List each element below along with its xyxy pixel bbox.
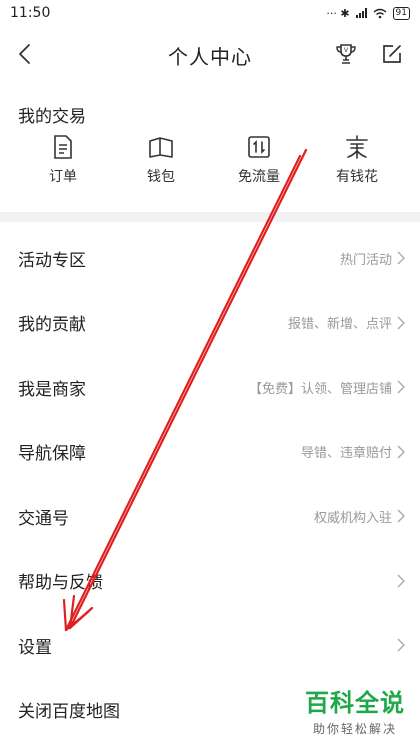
menu-item-help-feedback[interactable]: 帮助与反馈 — [0, 549, 420, 614]
watermark-logo: 百科全说 助你轻松解决 — [300, 683, 410, 737]
chevron-right-icon — [397, 251, 405, 265]
menu-item-right: 【免费】认领、管理店铺 — [249, 378, 406, 397]
menu-item-right: 权威机构入驻 — [314, 507, 406, 526]
chevron-right-icon — [397, 380, 405, 394]
menu-item-label: 设置 — [18, 637, 52, 658]
menu-item-desc: 导错、违章赔付 — [300, 446, 392, 462]
battery-icon: 91 — [392, 6, 410, 20]
document-icon — [50, 134, 76, 160]
wallet-icon — [148, 134, 174, 160]
data-free-icon — [246, 134, 272, 160]
menu-item-label: 帮助与反馈 — [18, 573, 103, 594]
menu-item-right — [396, 574, 406, 588]
menu-item-merchant[interactable]: 我是商家 【免费】认领、管理店铺 — [0, 355, 420, 420]
back-arrow-icon[interactable] — [14, 42, 38, 66]
trophy-icon[interactable]: V — [334, 42, 358, 66]
menu-item-right — [396, 638, 406, 652]
menu-item-label: 我的贡献 — [18, 315, 86, 336]
trade-item-orders[interactable]: 订单 — [23, 134, 103, 186]
menu-item-label: 关闭百度地图 — [18, 702, 120, 723]
trade-item-data-free[interactable]: 免流量 — [219, 134, 299, 186]
menu-item-settings[interactable]: 设置 — [0, 613, 420, 678]
menu-item-desc: 热门活动 — [339, 252, 392, 268]
menu-item-label: 我是商家 — [18, 379, 86, 400]
wifi-icon — [373, 8, 386, 18]
menu-item-label: 导航保障 — [18, 444, 86, 465]
chevron-right-icon — [397, 445, 405, 459]
menu-list: 活动专区 热门活动 我的贡献 报错、新增、点评 我是商家 【免费】认领、管理店铺… — [0, 226, 420, 742]
status-time: 11:50 — [10, 5, 51, 21]
menu-item-label: 活动专区 — [18, 250, 86, 271]
watermark-title: 百科全说 — [305, 689, 405, 717]
menu-item-right: 热门活动 — [340, 249, 406, 268]
trade-item-youqianhua[interactable]: 有钱花 — [317, 134, 397, 186]
menu-item-desc: 报错、新增、点评 — [287, 317, 392, 333]
chevron-right-icon — [397, 638, 405, 652]
menu-item-desc: 权威机构入驻 — [313, 510, 392, 526]
menu-item-contributions[interactable]: 我的贡献 报错、新增、点评 — [0, 291, 420, 356]
status-bar: 11:50 ··· ✱ 91 — [0, 0, 420, 26]
menu-item-right: 导错、违章赔付 — [301, 442, 406, 461]
chevron-right-icon — [397, 509, 405, 523]
trade-item-wallet[interactable]: 钱包 — [121, 134, 201, 186]
signal-icon — [355, 8, 367, 18]
menu-item-label: 交通号 — [18, 508, 69, 529]
section-title: 我的交易 — [18, 107, 86, 127]
nav-bar: 个人中心 V — [0, 26, 420, 84]
trade-item-label: 免流量 — [238, 169, 280, 185]
chevron-right-icon — [397, 316, 405, 330]
menu-item-transport-account[interactable]: 交通号 权威机构入驻 — [0, 484, 420, 549]
svg-text:V: V — [344, 47, 349, 54]
chevron-right-icon — [397, 574, 405, 588]
menu-item-navigation-guarantee[interactable]: 导航保障 导错、违章赔付 — [0, 420, 420, 485]
menu-item-right: 报错、新增、点评 — [288, 313, 406, 332]
trade-item-label: 订单 — [49, 169, 77, 185]
menu-item-activities[interactable]: 活动专区 热门活动 — [0, 226, 420, 291]
edit-icon[interactable] — [380, 42, 404, 66]
trade-grid: 订单 钱包 免流量 有钱花 — [0, 134, 420, 186]
status-misc-icons: ··· ✱ — [326, 6, 350, 20]
youqianhua-icon — [344, 134, 370, 160]
trade-item-label: 钱包 — [147, 169, 175, 185]
page-title: 个人中心 — [168, 44, 252, 69]
trade-item-label: 有钱花 — [336, 169, 378, 185]
my-trade-section: 我的交易 订单 钱包 免流量 有钱花 — [0, 84, 420, 222]
menu-item-desc: 【免费】认领、管理店铺 — [248, 381, 392, 397]
watermark-subtitle: 助你轻松解决 — [312, 722, 397, 736]
status-icons: ··· ✱ 91 — [326, 6, 410, 20]
